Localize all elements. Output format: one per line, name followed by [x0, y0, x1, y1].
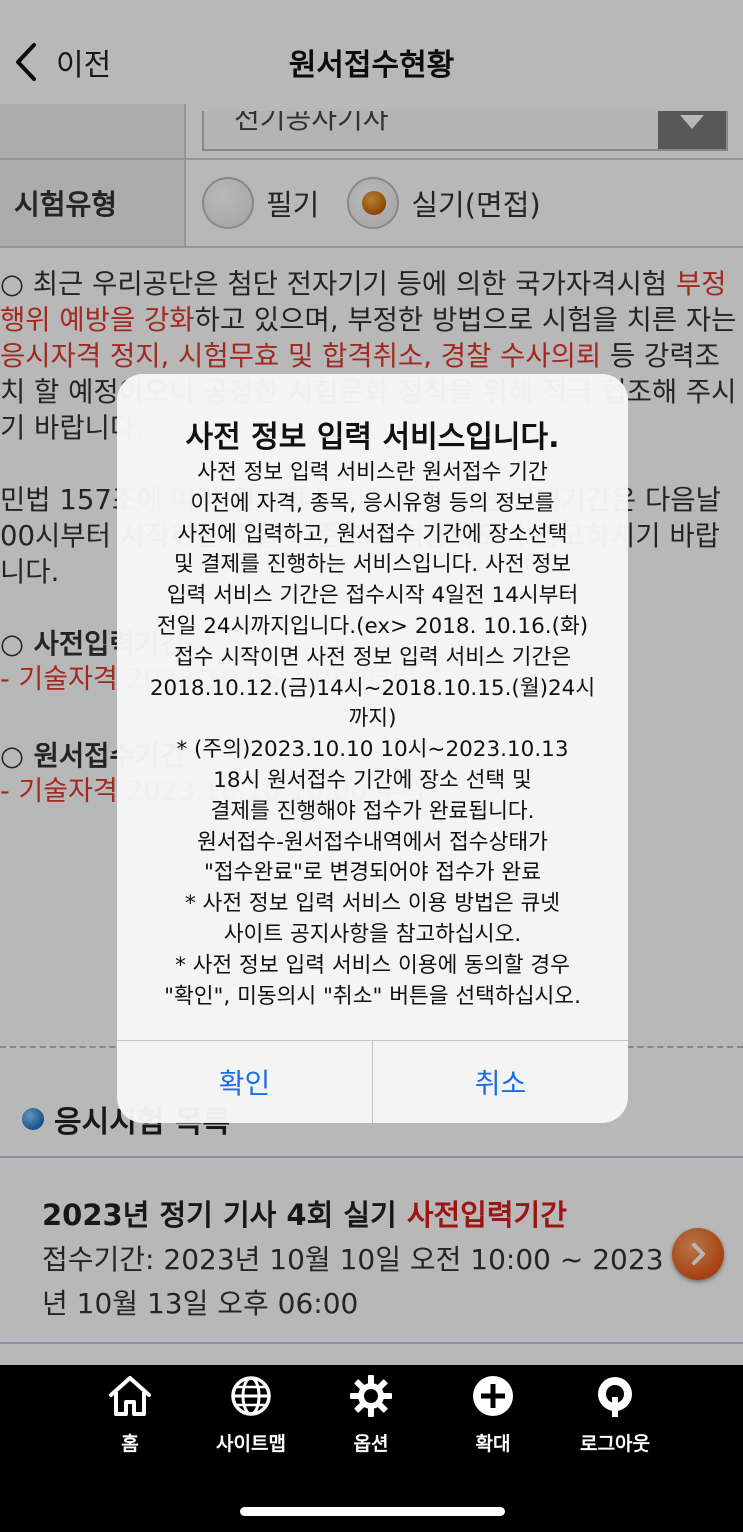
tab-sitemap[interactable]: 사이트맵	[196, 1373, 306, 1456]
tab-zoom[interactable]: 확대	[438, 1373, 548, 1456]
gear-icon	[350, 1375, 392, 1417]
dialog-button-row: 확인 취소	[117, 1040, 628, 1123]
tab-logout-label: 로그아웃	[580, 1433, 650, 1455]
cancel-button[interactable]: 취소	[372, 1041, 628, 1123]
tab-options[interactable]: 옵션	[316, 1373, 426, 1456]
home-indicator[interactable]	[240, 1507, 505, 1516]
dialog-message: 사전 정보 입력 서비스란 원서접수 기간 이전에 자격, 종목, 응시유형 등…	[149, 460, 596, 1009]
tab-home[interactable]: 홈	[75, 1373, 185, 1456]
globe-icon	[231, 1376, 271, 1416]
alert-dialog: 사전 정보 입력 서비스입니다. 사전 정보 입력 서비스란 원서접수 기간 이…	[117, 374, 628, 1123]
zoom-plus-icon	[473, 1376, 513, 1416]
tab-home-label: 홈	[121, 1433, 139, 1455]
home-icon	[109, 1376, 151, 1416]
power-icon	[598, 1377, 632, 1417]
tab-zoom-label: 확대	[475, 1433, 511, 1455]
tab-options-label: 옵션	[353, 1433, 389, 1455]
confirm-button[interactable]: 확인	[117, 1041, 372, 1123]
tab-logout[interactable]: 로그아웃	[560, 1373, 670, 1456]
dialog-title: 사전 정보 입력 서비스입니다.	[185, 420, 560, 455]
tab-sitemap-label: 사이트맵	[216, 1433, 286, 1455]
